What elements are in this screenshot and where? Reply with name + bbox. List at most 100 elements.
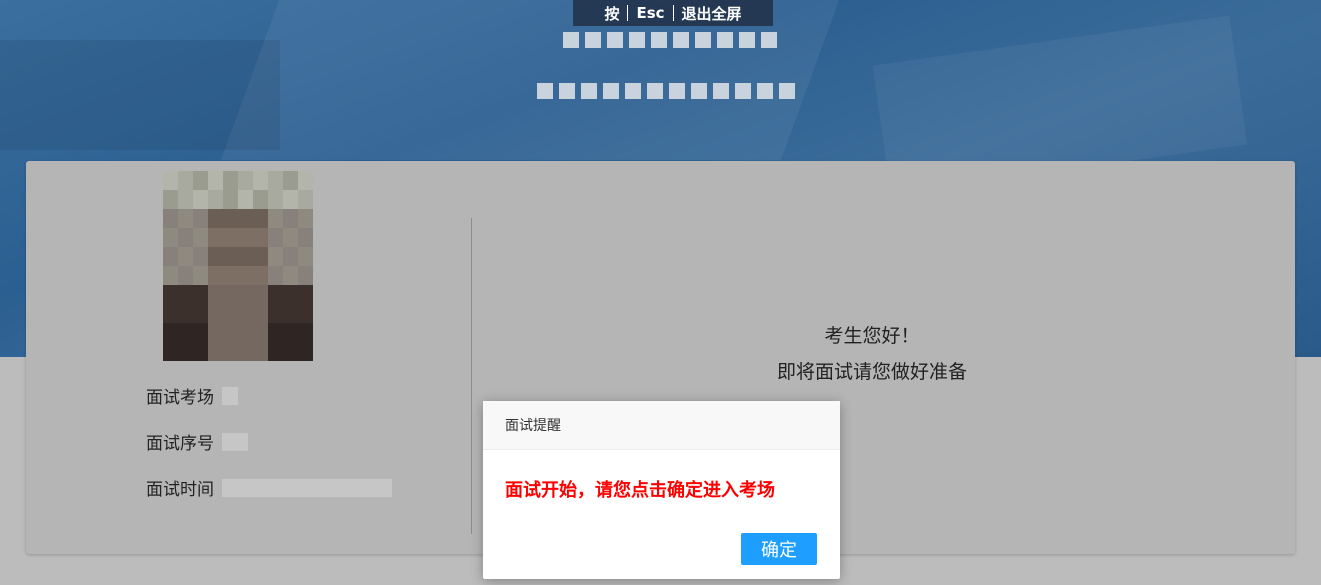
photo-pixel [253,228,268,247]
photo-pixel [283,190,298,209]
hint-action: 退出全屏 [681,4,742,23]
photo-pixel [238,247,253,266]
photo-pixel [163,247,178,266]
time-value-redacted [222,478,392,497]
photo-pixel [298,266,313,285]
photo-pixel [238,285,253,304]
photo-pixel [268,171,283,190]
room-value-redacted [222,386,238,405]
photo-pixel [193,323,208,342]
photo-pixel [163,323,178,342]
photo-pixel [283,209,298,228]
dialog-message: 面试开始，请您点击确定进入考场 [505,480,775,501]
photo-pixel [238,209,253,228]
photo-pixel [268,190,283,209]
photo-pixel [223,266,238,285]
photo-pixel [283,247,298,266]
photo-pixel [283,342,298,361]
photo-pixel [298,285,313,304]
photo-pixel [163,171,178,190]
photo-pixel [178,247,193,266]
dialog-title: 面试提醒 [483,401,840,450]
photo-pixel [178,228,193,247]
photo-pixel [208,171,223,190]
photo-pixel [208,266,223,285]
photo-pixel [238,171,253,190]
photo-pixel [223,209,238,228]
info-row-room: 面试考场 [146,383,238,408]
photo-pixel [238,228,253,247]
photo-pixel [253,247,268,266]
photo-pixel [208,304,223,323]
hint-esc-key: Esc [636,4,665,22]
photo-pixel [298,342,313,361]
photo-pixel [223,228,238,247]
photo-pixel [268,285,283,304]
photo-pixel [283,285,298,304]
photo-pixel [253,190,268,209]
photo-pixel [223,285,238,304]
photo-pixel [208,209,223,228]
room-label: 面试考场 [146,388,214,408]
photo-pixel [223,171,238,190]
photo-pixel [208,342,223,361]
hint-press: 按 [604,4,620,23]
welcome-greeting: 考生您好！ [824,325,920,347]
sequence-label: 面试序号 [146,434,214,454]
photo-pixel [223,190,238,209]
photo-pixel [268,304,283,323]
photo-pixel [193,247,208,266]
banner-decoration [0,40,280,150]
photo-pixel [238,323,253,342]
photo-pixel [268,323,283,342]
photo-pixel [163,304,178,323]
photo-pixel [178,342,193,361]
photo-pixel [193,171,208,190]
photo-pixel [283,266,298,285]
photo-pixel [298,304,313,323]
confirm-button[interactable]: 确定 [741,533,817,565]
photo-pixel [238,304,253,323]
sequence-value-redacted [222,432,248,451]
photo-pixel [193,342,208,361]
photo-pixel [163,342,178,361]
photo-pixel [223,323,238,342]
photo-pixel [283,304,298,323]
photo-pixel [208,228,223,247]
photo-pixel [268,209,283,228]
photo-pixel [163,285,178,304]
photo-pixel [208,190,223,209]
info-row-sequence: 面试序号 [146,429,248,454]
photo-pixel [283,228,298,247]
photo-pixel [208,285,223,304]
photo-pixel [193,285,208,304]
photo-pixel [268,266,283,285]
photo-pixel [238,342,253,361]
photo-pixel [238,190,253,209]
welcome-prepare: 即将面试请您做好准备 [776,361,967,383]
photo-pixel [253,323,268,342]
photo-pixel [178,171,193,190]
photo-pixel [178,209,193,228]
interview-reminder-dialog: 面试提醒 面试开始，请您点击确定进入考场 确定 [483,401,840,579]
photo-pixel [178,190,193,209]
photo-pixel [178,323,193,342]
hint-separator [672,5,674,21]
photo-pixel [193,304,208,323]
photo-pixel [223,342,238,361]
photo-pixel [298,323,313,342]
photo-pixel [223,304,238,323]
candidate-photo [163,171,313,361]
photo-pixel [253,266,268,285]
photo-pixel [298,247,313,266]
photo-pixel [253,209,268,228]
photo-pixel [253,171,268,190]
hint-separator [627,5,629,21]
photo-pixel [298,171,313,190]
photo-pixel [178,285,193,304]
photo-pixel [178,304,193,323]
photo-pixel [268,228,283,247]
photo-pixel [223,247,238,266]
photo-pixel [163,228,178,247]
photo-pixel [298,228,313,247]
